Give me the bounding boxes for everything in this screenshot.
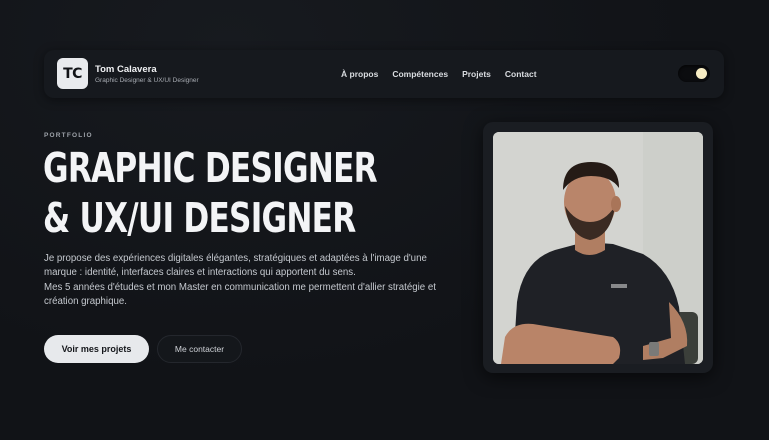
hero-description-p2: Mes 5 années d'études et mon Master en c… [44,281,436,307]
hero-title-line-1: GRAPHIC DESIGNER [43,144,378,192]
theme-toggle[interactable] [678,65,710,82]
contact-button[interactable]: Me contacter [157,335,242,363]
nav-link-contact[interactable]: Contact [505,69,537,79]
nav-link-projects[interactable]: Projets [462,69,491,79]
nav-link-about[interactable]: À propos [341,69,378,79]
logo[interactable]: TC [57,58,88,89]
theme-toggle-icon [696,68,707,79]
hero-description: Je propose des expériences digitales élé… [44,252,444,309]
view-projects-button[interactable]: Voir mes projets [44,335,149,363]
brand-subtitle: Graphic Designer & UX/UI Designer [95,77,199,84]
nav-link-skills[interactable]: Compétences [392,69,448,79]
page: TC Tom Calavera Graphic Designer & UX/UI… [0,0,769,440]
portrait-photo [493,132,703,364]
hero-description-p1: Je propose des expériences digitales élé… [44,253,427,279]
site-header: TC Tom Calavera Graphic Designer & UX/UI… [44,50,724,98]
eyebrow-label: PORTFOLIO [44,132,93,139]
hero-title-line-2: & UX/UI DESIGNER [43,194,356,242]
brand-name: Tom Calavera [95,64,157,75]
main-nav: À propos Compétences Projets Contact [341,69,537,79]
portrait-card [483,122,713,373]
portrait-illustration [493,132,703,364]
hero-title: GRAPHIC DESIGNER & UX/UI DESIGNER [43,143,378,243]
